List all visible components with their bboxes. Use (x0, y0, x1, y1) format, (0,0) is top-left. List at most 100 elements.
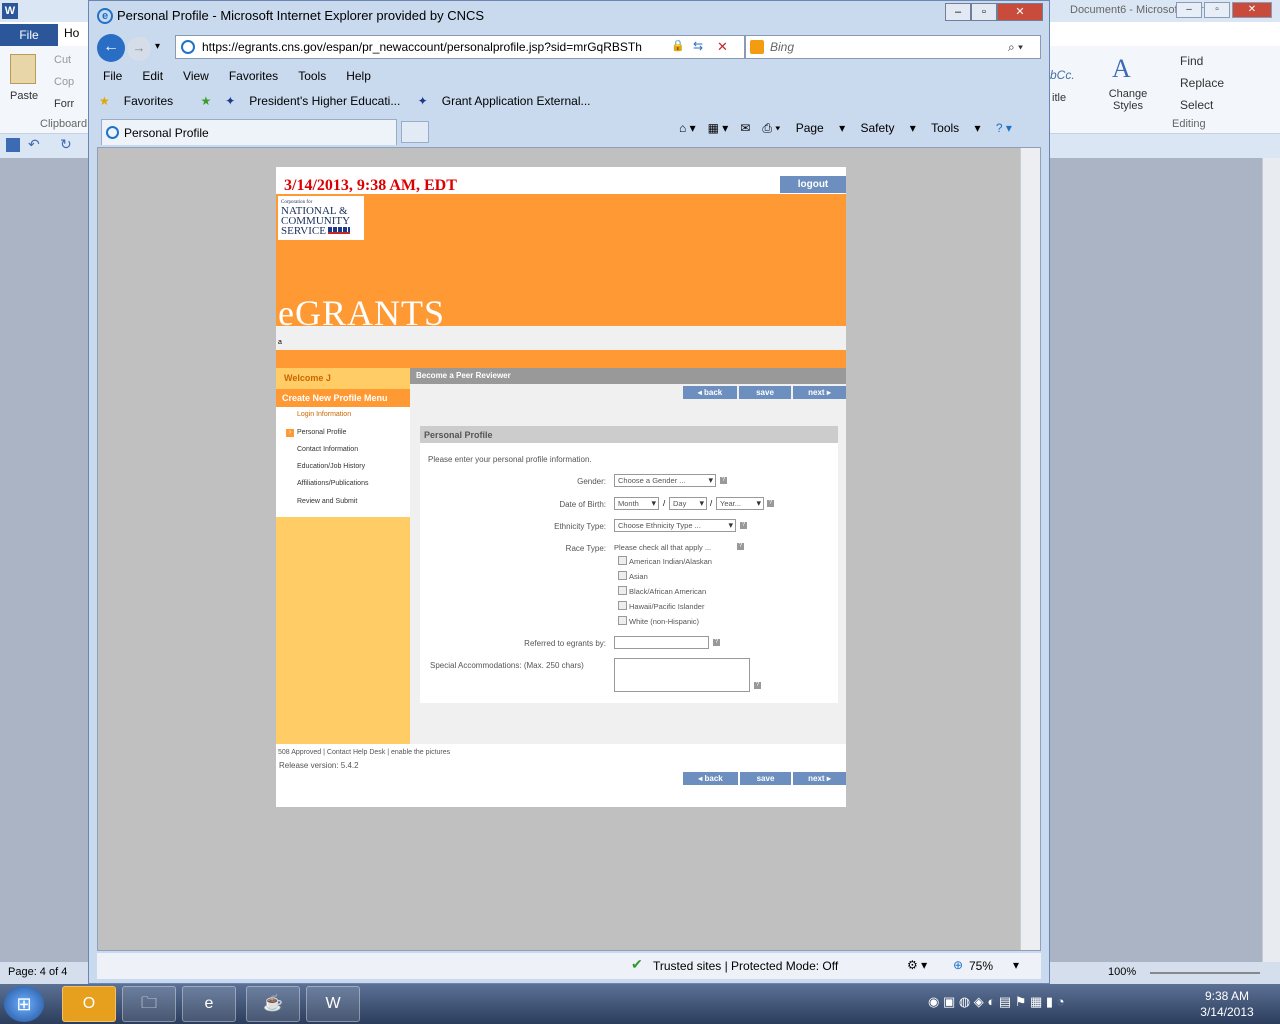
dob-year-select[interactable]: Year... (716, 497, 764, 510)
paste-button[interactable]: Paste (10, 90, 38, 102)
save-button-top[interactable]: save (739, 386, 791, 399)
footer-508-approved[interactable]: 508 Approved (278, 749, 321, 756)
print-icon[interactable]: ⎙ ▾ (762, 121, 780, 136)
nav-education-job-history[interactable]: Education/Job History (297, 463, 365, 470)
ethnicity-select[interactable]: Choose Ethnicity Type ... (614, 519, 736, 532)
word-close-button[interactable]: ✕ (1232, 2, 1272, 18)
word-taskbar-icon[interactable]: W (306, 986, 360, 1022)
gender-select[interactable]: Choose a Gender ... (614, 474, 716, 487)
save-button-bottom[interactable]: save (740, 772, 791, 785)
menu-edit[interactable]: Edit (138, 65, 165, 83)
back-button-top[interactable]: ◂ back (683, 386, 737, 399)
stop-icon[interactable]: ✕ (717, 39, 728, 55)
fav-link-grant[interactable]: Grant Application External... (442, 90, 591, 108)
security-zone[interactable]: Trusted sites | Protected Mode: Off (653, 959, 838, 973)
back-button-bottom[interactable]: ◂ back (683, 772, 738, 785)
word-home-tab[interactable]: Ho (64, 26, 79, 40)
word-zoom-slider[interactable] (1150, 972, 1260, 974)
history-dropdown-icon[interactable]: ▾ (155, 41, 160, 52)
nav-contact-information[interactable]: Contact Information (297, 446, 358, 453)
taskbar-clock[interactable]: 9:38 AM 3/14/2013 (1180, 988, 1274, 1020)
zoom-dropdown-icon[interactable]: ▾ (1013, 958, 1019, 972)
change-styles-button[interactable]: Change Styles (1108, 88, 1148, 112)
replace-button[interactable]: Replace (1180, 76, 1224, 90)
menu-view[interactable]: View (179, 65, 211, 83)
cut-button[interactable]: Cut (54, 54, 71, 66)
ie-taskbar-icon[interactable]: e (182, 986, 236, 1022)
nav-review-submit[interactable]: Review and Submit (297, 498, 357, 505)
dob-day-select[interactable]: Day (669, 497, 707, 510)
accommodations-textarea[interactable] (614, 658, 750, 692)
race-checkbox-american-indian[interactable] (618, 556, 627, 565)
footer-enable-pictures[interactable]: enable the pictures (391, 749, 450, 756)
menu-tools[interactable]: Tools (294, 65, 328, 83)
refresh-icon[interactable]: ⇆ (693, 39, 703, 53)
gender-help-icon[interactable]: ? (720, 477, 727, 484)
cncs-logo[interactable]: Corporation for NATIONAL & COMMUNITY SER… (278, 196, 364, 240)
referred-input[interactable] (614, 636, 709, 649)
help-icon[interactable]: ? ▾ (996, 121, 1012, 135)
explorer-taskbar-icon[interactable]: 🗀 (122, 986, 176, 1022)
nav-login-information[interactable]: Login Information (297, 411, 351, 418)
page-menu-button[interactable]: Page ▾ (796, 121, 845, 135)
word-zoom-level[interactable]: 100% (1108, 966, 1136, 978)
address-bar[interactable]: https://egrants.cns.gov/espan/pr_newacco… (175, 35, 745, 59)
tab-personal-profile[interactable]: Personal Profile (101, 119, 397, 145)
ie-zoom-level[interactable]: 75% (969, 959, 993, 973)
mail-icon[interactable]: ✉ (740, 121, 750, 135)
lock-icon[interactable]: 🔒 (671, 39, 685, 52)
word-minimize-button[interactable]: – (1176, 2, 1202, 18)
search-box[interactable]: Bing ⌕ ▾ (745, 35, 1041, 59)
referred-help-icon[interactable]: ? (713, 639, 720, 646)
fav-link-presidents[interactable]: President's Higher Educati... (249, 90, 400, 108)
start-button[interactable]: ⊞ (4, 986, 44, 1022)
undo-icon[interactable]: ↶ (28, 136, 40, 153)
select-button[interactable]: Select (1180, 98, 1213, 112)
title-style[interactable]: itle (1052, 92, 1066, 104)
add-favorite-icon[interactable]: ★ (200, 90, 211, 108)
style-preview[interactable]: bCc. (1050, 68, 1075, 82)
outlook-taskbar-icon[interactable]: O (62, 986, 116, 1022)
ie-scrollbar[interactable] (1020, 148, 1040, 950)
logout-button[interactable]: logout (780, 176, 846, 193)
menu-file[interactable]: File (99, 65, 124, 83)
back-arrow-icon[interactable]: ← (97, 34, 125, 62)
menu-favorites[interactable]: Favorites (225, 65, 280, 83)
word-scrollbar[interactable] (1262, 158, 1280, 962)
dob-month-select[interactable]: Month (614, 497, 659, 510)
race-checkbox-black[interactable] (618, 586, 627, 595)
find-button[interactable]: Find (1180, 54, 1203, 68)
accommodations-help-icon[interactable]: ? (754, 682, 761, 689)
tools-menu-button[interactable]: Tools ▾ (931, 121, 980, 135)
race-help-icon[interactable]: ? (737, 543, 744, 550)
home-icon[interactable]: ⌂ ▾ (679, 121, 696, 135)
format-painter-button[interactable]: Forr (54, 98, 74, 110)
ie-minimize-button[interactable]: – (945, 3, 971, 21)
favorites-button[interactable]: Favorites (124, 90, 173, 108)
protected-mode-icon[interactable]: ⚙ ▾ (907, 958, 927, 972)
word-file-tab[interactable]: File (0, 24, 58, 46)
feeds-icon[interactable]: ▦ ▾ (708, 121, 729, 135)
copy-button[interactable]: Cop (54, 76, 74, 88)
redo-icon[interactable]: ↻ (60, 136, 72, 153)
paste-icon[interactable] (10, 54, 36, 84)
new-tab-button[interactable] (401, 121, 429, 143)
dob-help-icon[interactable]: ? (767, 500, 774, 507)
word-maximize-button[interactable]: ▫ (1204, 2, 1230, 18)
search-icon[interactable]: ⌕ ▾ (1008, 36, 1023, 58)
next-button-top[interactable]: next ▸ (793, 386, 846, 399)
next-button-bottom[interactable]: next ▸ (793, 772, 846, 785)
system-tray-icons[interactable]: ◉ ▣ ◍ ◈ ◐ ▤ ⚑ ▦ ▮ ◔ (928, 994, 1168, 1014)
ie-maximize-button[interactable]: ▫ (971, 3, 997, 21)
safety-menu-button[interactable]: Safety ▾ (860, 121, 915, 135)
menu-help[interactable]: Help (342, 65, 373, 83)
race-checkbox-asian[interactable] (618, 571, 627, 580)
footer-contact-help-desk[interactable]: Contact Help Desk (327, 749, 385, 756)
forward-arrow-icon[interactable]: → (127, 37, 151, 61)
ie-close-button[interactable]: ✕ (997, 3, 1043, 21)
save-icon[interactable] (6, 138, 20, 152)
java-taskbar-icon[interactable]: ☕ (246, 986, 300, 1022)
race-checkbox-hawaii[interactable] (618, 601, 627, 610)
ethnicity-help-icon[interactable]: ? (740, 522, 747, 529)
nav-affiliations-publications[interactable]: Affiliations/Publications (297, 480, 368, 487)
